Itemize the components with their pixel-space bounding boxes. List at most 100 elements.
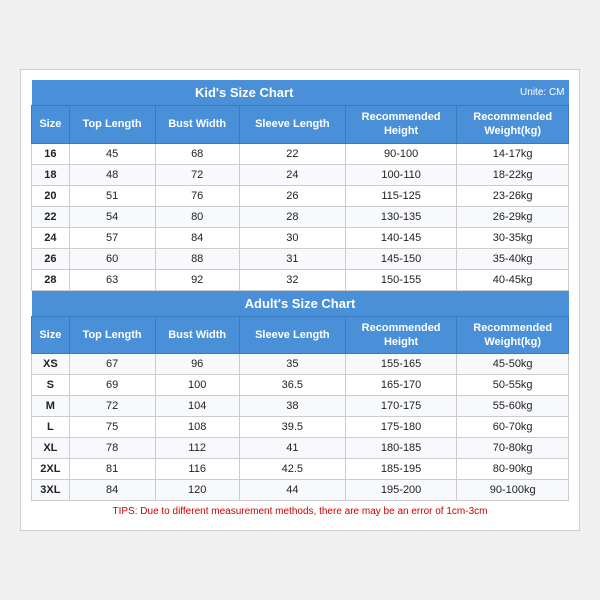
cell-bust-width: 112 xyxy=(155,438,239,459)
cell-bust-width: 80 xyxy=(155,206,239,227)
cell-rec-height: 195-200 xyxy=(345,480,457,501)
cell-bust-width: 68 xyxy=(155,143,239,164)
cell-sleeve-length: 31 xyxy=(239,248,345,269)
adults-title: Adult's Size Chart xyxy=(32,290,569,316)
cell-rec-height: 100-110 xyxy=(345,164,457,185)
cell-sleeve-length: 42.5 xyxy=(239,459,345,480)
cell-rec-height: 175-180 xyxy=(345,417,457,438)
cell-rec-weight: 14-17kg xyxy=(457,143,569,164)
adults-col-rec-weight: RecommendedWeight(kg) xyxy=(457,316,569,354)
cell-size: 18 xyxy=(32,164,70,185)
cell-sleeve-length: 36.5 xyxy=(239,375,345,396)
cell-sleeve-length: 38 xyxy=(239,396,345,417)
cell-sleeve-length: 44 xyxy=(239,480,345,501)
cell-top-length: 67 xyxy=(69,354,155,375)
cell-bust-width: 104 xyxy=(155,396,239,417)
cell-rec-height: 130-135 xyxy=(345,206,457,227)
table-row: 2XL 81 116 42.5 185-195 80-90kg xyxy=(32,459,569,480)
cell-size: XL xyxy=(32,438,70,459)
cell-bust-width: 100 xyxy=(155,375,239,396)
cell-rec-weight: 55-60kg xyxy=(457,396,569,417)
cell-top-length: 69 xyxy=(69,375,155,396)
cell-top-length: 45 xyxy=(69,143,155,164)
table-row: 22 54 80 28 130-135 26-29kg xyxy=(32,206,569,227)
table-row: S 69 100 36.5 165-170 50-55kg xyxy=(32,375,569,396)
table-row: 24 57 84 30 140-145 30-35kg xyxy=(32,227,569,248)
cell-sleeve-length: 28 xyxy=(239,206,345,227)
cell-size: 22 xyxy=(32,206,70,227)
cell-bust-width: 120 xyxy=(155,480,239,501)
cell-top-length: 84 xyxy=(69,480,155,501)
cell-size: 26 xyxy=(32,248,70,269)
cell-size: 20 xyxy=(32,185,70,206)
cell-rec-height: 165-170 xyxy=(345,375,457,396)
cell-size: L xyxy=(32,417,70,438)
cell-rec-height: 180-185 xyxy=(345,438,457,459)
cell-size: XS xyxy=(32,354,70,375)
cell-size: 24 xyxy=(32,227,70,248)
cell-sleeve-length: 22 xyxy=(239,143,345,164)
cell-size: 16 xyxy=(32,143,70,164)
table-row: L 75 108 39.5 175-180 60-70kg xyxy=(32,417,569,438)
table-row: 28 63 92 32 150-155 40-45kg xyxy=(32,269,569,290)
cell-size: S xyxy=(32,375,70,396)
kids-unit: Unite: CM xyxy=(457,80,569,106)
adults-col-rec-height: RecommendedHeight xyxy=(345,316,457,354)
adults-col-top-length: Top Length xyxy=(69,316,155,354)
kids-col-bust-width: Bust Width xyxy=(155,105,239,143)
tips-row: TIPS: Due to different measurement metho… xyxy=(32,501,569,521)
cell-rec-height: 155-165 xyxy=(345,354,457,375)
table-row: 16 45 68 22 90-100 14-17kg xyxy=(32,143,569,164)
table-row: 18 48 72 24 100-110 18-22kg xyxy=(32,164,569,185)
cell-size: 28 xyxy=(32,269,70,290)
cell-rec-weight: 45-50kg xyxy=(457,354,569,375)
cell-bust-width: 76 xyxy=(155,185,239,206)
cell-rec-height: 145-150 xyxy=(345,248,457,269)
cell-rec-weight: 26-29kg xyxy=(457,206,569,227)
kids-col-size: Size xyxy=(32,105,70,143)
cell-rec-height: 90-100 xyxy=(345,143,457,164)
cell-top-length: 51 xyxy=(69,185,155,206)
cell-sleeve-length: 26 xyxy=(239,185,345,206)
tips-text: TIPS: Due to different measurement metho… xyxy=(32,501,569,521)
kids-col-sleeve-length: Sleeve Length xyxy=(239,105,345,143)
cell-size: M xyxy=(32,396,70,417)
cell-sleeve-length: 39.5 xyxy=(239,417,345,438)
table-row: 3XL 84 120 44 195-200 90-100kg xyxy=(32,480,569,501)
cell-bust-width: 92 xyxy=(155,269,239,290)
cell-rec-height: 140-145 xyxy=(345,227,457,248)
cell-rec-weight: 30-35kg xyxy=(457,227,569,248)
table-row: M 72 104 38 170-175 55-60kg xyxy=(32,396,569,417)
cell-rec-height: 170-175 xyxy=(345,396,457,417)
adults-col-bust-width: Bust Width xyxy=(155,316,239,354)
cell-rec-weight: 50-55kg xyxy=(457,375,569,396)
cell-bust-width: 96 xyxy=(155,354,239,375)
size-chart-table: Kid's Size Chart Unite: CM Size Top Leng… xyxy=(31,80,569,520)
cell-bust-width: 108 xyxy=(155,417,239,438)
cell-rec-weight: 80-90kg xyxy=(457,459,569,480)
kids-col-rec-weight: RecommendedWeight(kg) xyxy=(457,105,569,143)
size-chart-container: Kid's Size Chart Unite: CM Size Top Leng… xyxy=(20,69,580,531)
table-row: XS 67 96 35 155-165 45-50kg xyxy=(32,354,569,375)
cell-top-length: 60 xyxy=(69,248,155,269)
cell-rec-weight: 90-100kg xyxy=(457,480,569,501)
cell-size: 2XL xyxy=(32,459,70,480)
cell-sleeve-length: 41 xyxy=(239,438,345,459)
kids-header-row: Size Top Length Bust Width Sleeve Length… xyxy=(32,105,569,143)
cell-top-length: 72 xyxy=(69,396,155,417)
cell-top-length: 48 xyxy=(69,164,155,185)
cell-top-length: 63 xyxy=(69,269,155,290)
cell-rec-weight: 18-22kg xyxy=(457,164,569,185)
table-row: XL 78 112 41 180-185 70-80kg xyxy=(32,438,569,459)
kids-section-title-row: Kid's Size Chart Unite: CM xyxy=(32,80,569,106)
cell-top-length: 78 xyxy=(69,438,155,459)
cell-sleeve-length: 35 xyxy=(239,354,345,375)
cell-bust-width: 116 xyxy=(155,459,239,480)
adults-col-size: Size xyxy=(32,316,70,354)
cell-sleeve-length: 30 xyxy=(239,227,345,248)
cell-top-length: 81 xyxy=(69,459,155,480)
cell-rec-height: 150-155 xyxy=(345,269,457,290)
cell-rec-weight: 60-70kg xyxy=(457,417,569,438)
adults-section-title-row: Adult's Size Chart xyxy=(32,290,569,316)
cell-bust-width: 88 xyxy=(155,248,239,269)
